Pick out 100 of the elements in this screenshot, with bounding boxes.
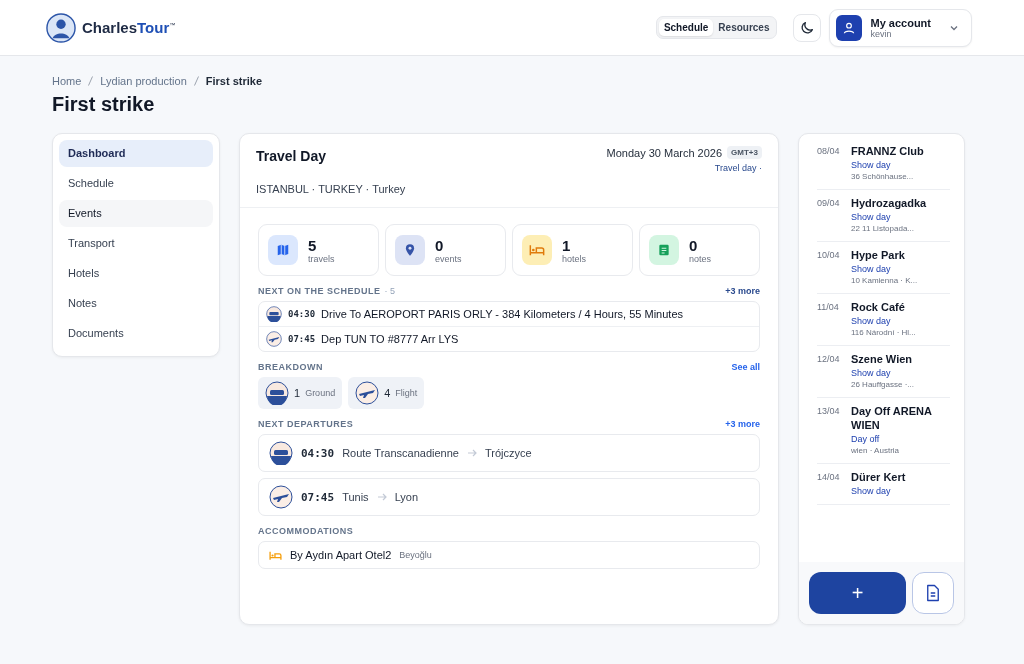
- upcoming-title[interactable]: Hydrozagadka: [851, 196, 951, 210]
- departure-to: Trójczyce: [484, 447, 532, 459]
- stat-label: events: [435, 253, 462, 264]
- breadcrumb-item[interactable]: Home: [52, 75, 82, 87]
- upcoming-address: 116 Národní · Hl...: [851, 328, 917, 337]
- view-tab[interactable]: Schedule: [658, 19, 714, 36]
- more-link[interactable]: +3 more: [725, 419, 760, 429]
- page-title: First strike: [52, 93, 156, 116]
- sidebar-item[interactable]: Hotels: [59, 260, 213, 287]
- arrow-right-icon: [376, 492, 387, 502]
- hotel-area: Beyoğlu: [399, 550, 432, 560]
- day-title: Travel Day: [256, 148, 327, 166]
- plane-badge-icon: [266, 331, 282, 347]
- upcoming-title[interactable]: Dürer Kert: [851, 470, 951, 484]
- departure-item[interactable]: 07:45 Tunis Lyon: [258, 478, 760, 516]
- stat-label: notes: [689, 253, 712, 264]
- sidebar-item[interactable]: Documents: [59, 320, 213, 347]
- day-date: Monday 30 March 2026: [606, 146, 723, 159]
- upcoming-title[interactable]: FRANNZ Club: [851, 144, 951, 158]
- departure-from: Tunis: [342, 491, 369, 503]
- document-button[interactable]: [912, 572, 954, 614]
- day-location: ISTANBUL · TURKEY · Turkey: [256, 183, 407, 195]
- day-link[interactable]: Day off: [851, 434, 950, 444]
- timezone-badge: GMT+3: [727, 146, 762, 159]
- stat-value: 1: [562, 236, 572, 254]
- breadcrumb-separator-icon: [193, 76, 199, 86]
- chip-label: Ground: [305, 388, 336, 398]
- brand-name[interactable]: CharlesTour$^{™}$: [82, 19, 176, 36]
- account-title: My account: [870, 16, 931, 29]
- bed-icon: [269, 549, 282, 561]
- section-title: BREAKDOWN: [258, 362, 323, 372]
- day-link[interactable]: Show day: [851, 486, 950, 496]
- stat-value: 0: [435, 236, 445, 254]
- breadcrumb-item[interactable]: Lydian production: [100, 75, 187, 87]
- user-icon: [842, 20, 857, 35]
- note-icon: [657, 243, 671, 257]
- section-title: ACCOMMODATIONS: [258, 526, 354, 536]
- breadcrumb-separator-icon: [88, 76, 94, 86]
- accommodation-item[interactable]: By Aydın Apart Otel2 Beyoğlu: [258, 541, 760, 569]
- departure-time: 07:45: [301, 490, 335, 504]
- see-all-link[interactable]: See all: [731, 362, 760, 372]
- account-menu[interactable]: My account kevin: [829, 8, 972, 47]
- day-type-link[interactable]: Travel day ·: [714, 163, 762, 173]
- plane-badge-icon: [269, 485, 293, 509]
- breadcrumb-item: First strike: [205, 75, 263, 87]
- sidebar-item[interactable]: Schedule: [59, 170, 213, 197]
- stat-value: 5: [308, 236, 318, 254]
- upcoming-date: 08/04: [817, 145, 841, 158]
- departure-time: 04:30: [301, 446, 335, 460]
- account-user: kevin: [870, 28, 893, 39]
- upcoming-title[interactable]: Day Off ARENA WIEN: [851, 404, 951, 432]
- schedule-text: Drive To AEROPORT PARIS ORLY - 384 Kilometers / 4 Hours, 55 Minutes: [321, 308, 683, 320]
- upcoming-address: wien · Austria: [851, 446, 901, 455]
- day-link[interactable]: Show day: [851, 316, 950, 326]
- upcoming-address: 36 Schönhause...: [851, 172, 915, 181]
- upcoming-date: 12/04: [817, 353, 841, 366]
- upcoming-date: 13/04: [817, 405, 841, 418]
- upcoming-address: 22 11 Listopada...: [851, 224, 915, 233]
- upcoming-date: 09/04: [817, 197, 841, 210]
- departure-item[interactable]: 04:30 Route Transcanadienne Trójczyce: [258, 434, 760, 472]
- upcoming-date: 14/04: [817, 471, 841, 484]
- view-tab[interactable]: Resources: [713, 19, 775, 36]
- departure-to: Lyon: [394, 491, 419, 503]
- sidebar-item[interactable]: Notes: [59, 290, 213, 317]
- day-link[interactable]: Show day: [851, 264, 950, 274]
- day-link[interactable]: Show day: [851, 368, 950, 378]
- more-link[interactable]: +3 more: [725, 286, 760, 296]
- chip-label: Flight: [395, 388, 418, 398]
- section-title: NEXT DEPARTURES: [258, 419, 354, 429]
- chip-count: 1: [294, 387, 301, 399]
- document-icon: [925, 584, 941, 602]
- stat-value: 0: [689, 236, 699, 254]
- upcoming-date: 10/04: [817, 249, 841, 262]
- map-icon: [276, 243, 290, 257]
- upcoming-title[interactable]: Rock Café: [851, 300, 951, 314]
- sidebar-item[interactable]: Dashboard: [59, 140, 213, 167]
- departure-from: Route Transcanadienne: [342, 447, 459, 459]
- breakdown-chip[interactable]: 1 Ground: [258, 377, 343, 409]
- chip-count: 4: [384, 387, 391, 399]
- day-link[interactable]: Show day: [851, 212, 950, 222]
- itinerary-row[interactable]: 04:30 Drive To AEROPORT PARIS ORLY - 384 Kilometers / 4 Hours, 55 Minutes: [259, 302, 759, 326]
- location-pin-icon: [403, 243, 417, 257]
- arrow-right-icon: [466, 448, 477, 458]
- schedule-text: Dep TUN TO #8777 Arr LYS: [321, 333, 459, 345]
- upcoming-address: 10 Kamienna · K...: [851, 276, 919, 285]
- upcoming-address: 26 Hauffgasse ·...: [851, 380, 915, 389]
- theme-button[interactable]: [793, 13, 822, 42]
- bed-icon: [529, 243, 545, 257]
- upcoming-title[interactable]: Szene Wien: [851, 352, 951, 366]
- stat-label: travels: [308, 253, 335, 264]
- sidebar-item[interactable]: Events: [59, 200, 213, 227]
- upcoming-title[interactable]: Hype Park: [851, 248, 951, 262]
- itinerary-row[interactable]: 07:45 Dep TUN TO #8777 Arr LYS: [259, 326, 759, 351]
- section-title: NEXT ON THE SCHEDULE: [258, 286, 381, 296]
- add-button[interactable]: +: [809, 572, 906, 614]
- day-link[interactable]: Show day: [851, 160, 950, 170]
- logo-icon: [46, 12, 76, 43]
- sidebar-item[interactable]: Transport: [59, 230, 213, 257]
- breakdown-chip[interactable]: 4 Flight: [348, 377, 425, 409]
- hotel-name: By Aydın Apart Otel2: [290, 549, 392, 561]
